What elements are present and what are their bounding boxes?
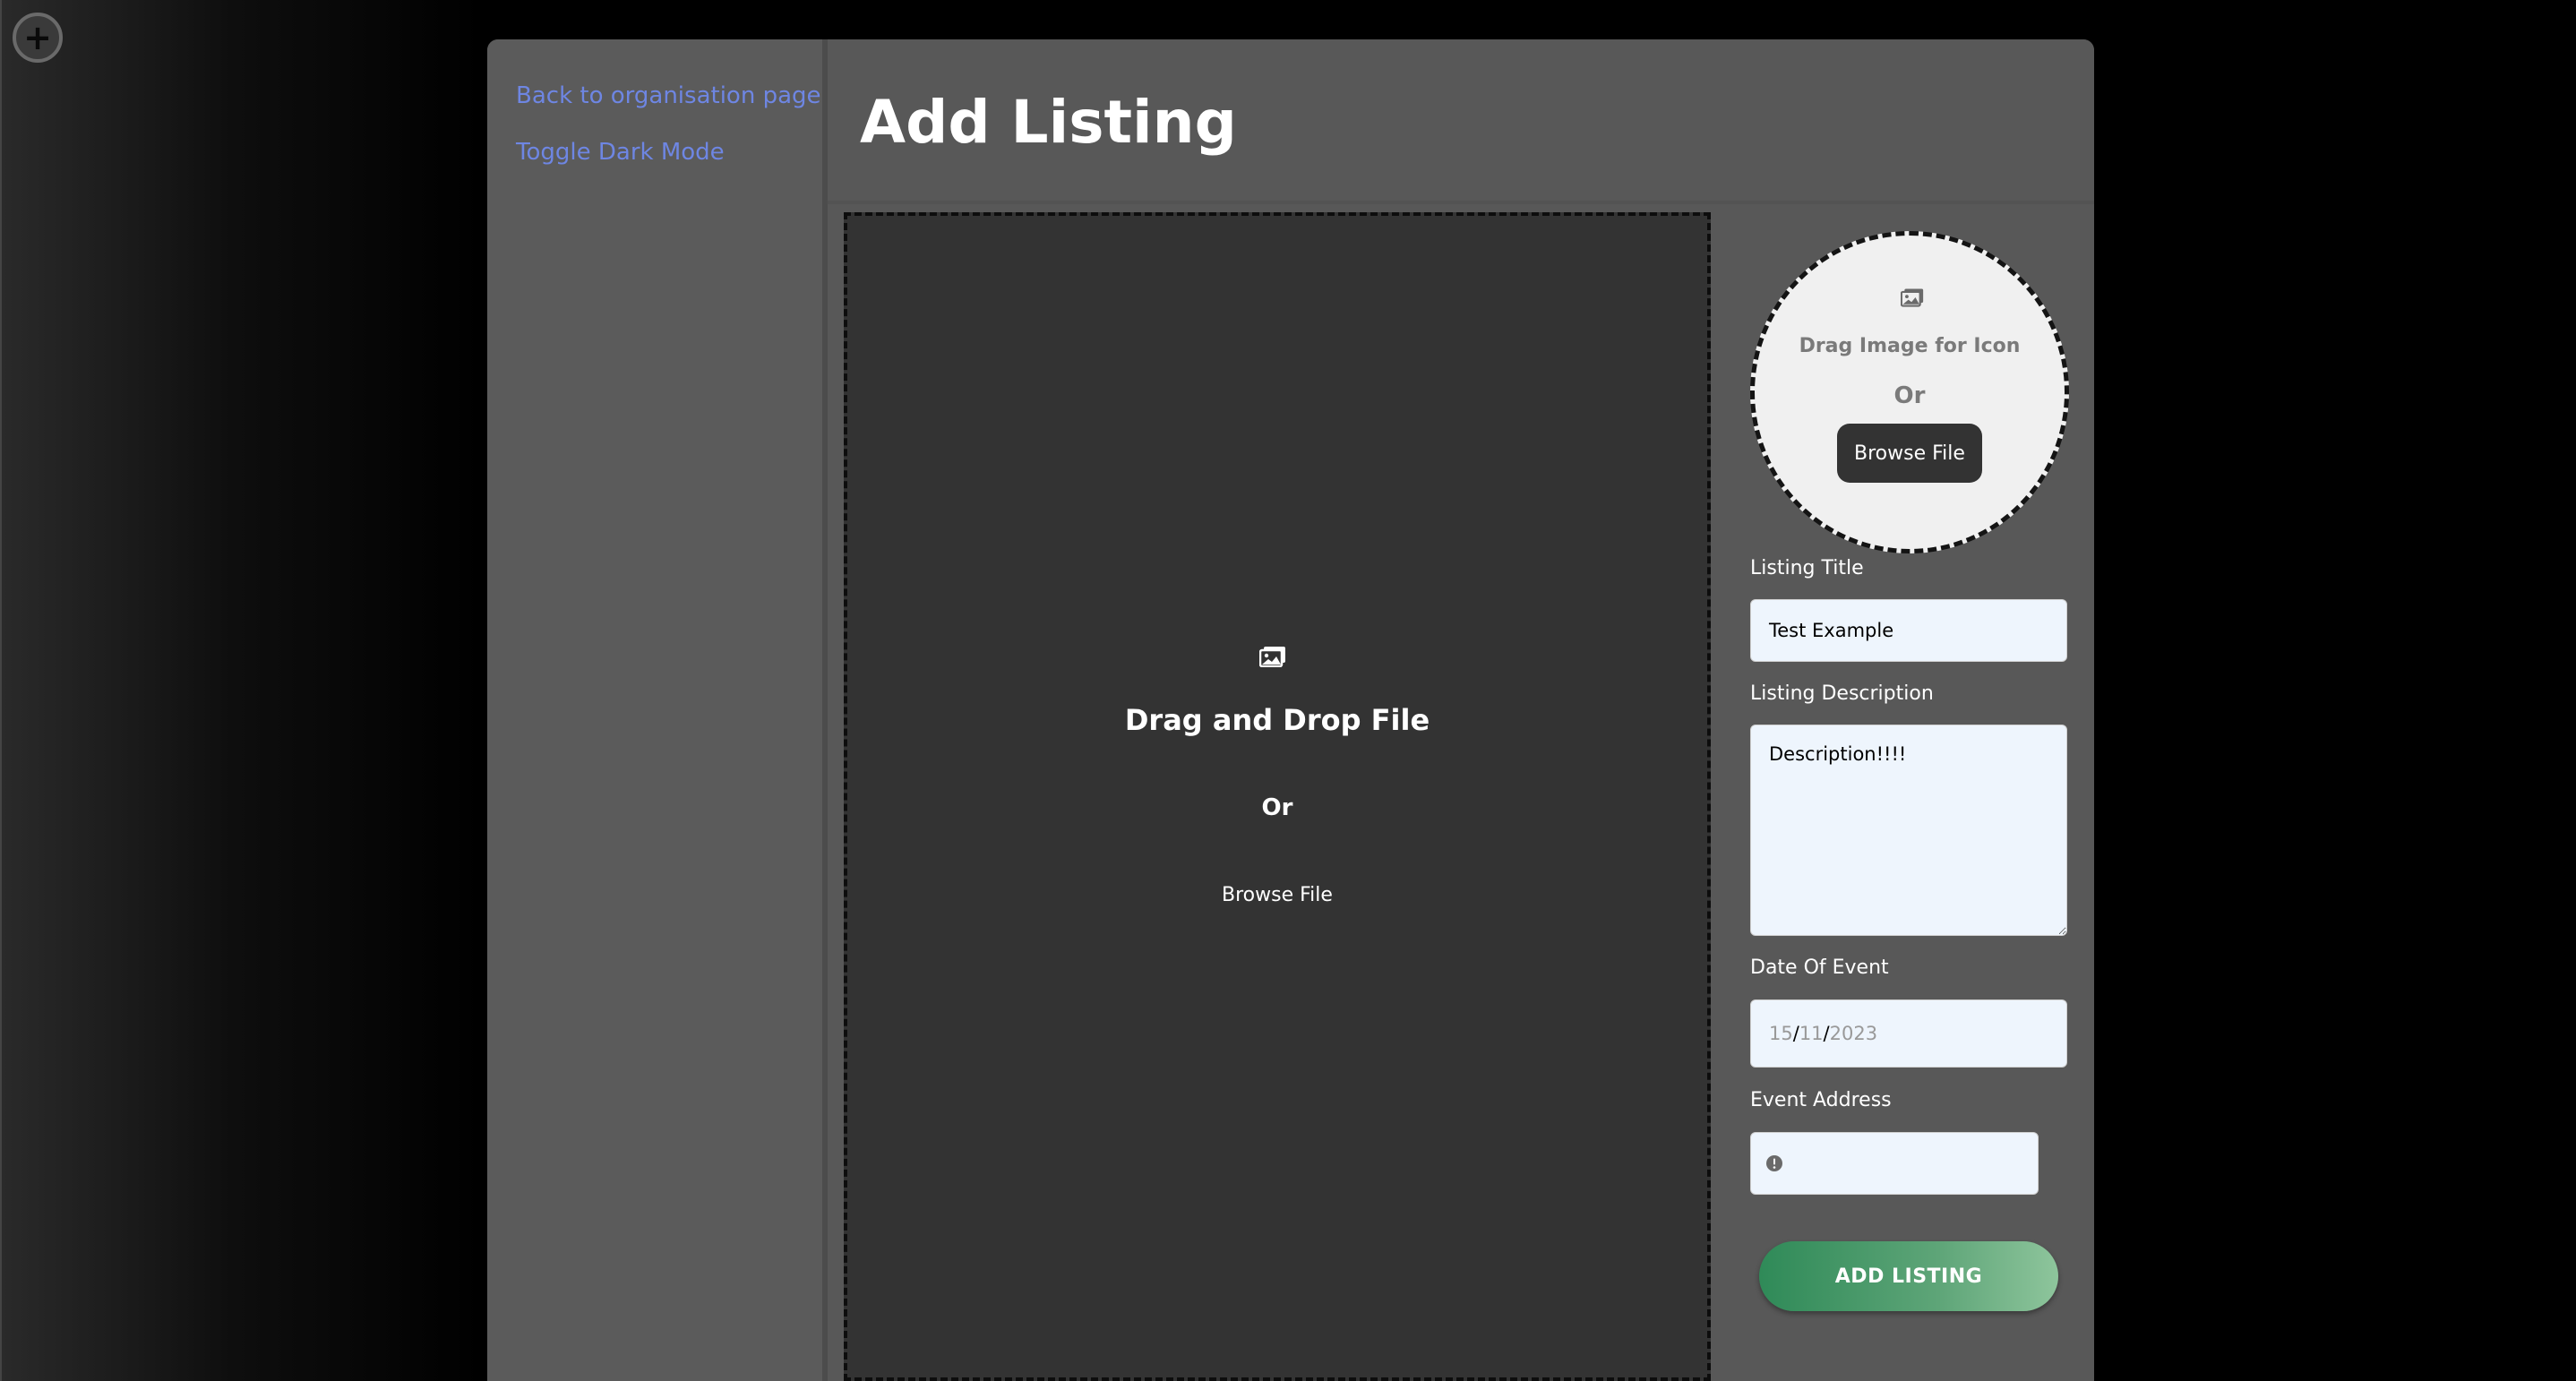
add-button[interactable]: +	[13, 13, 63, 63]
date-separator: /	[1792, 1023, 1799, 1044]
sidebar: Back to organisation page Toggle Dark Mo…	[487, 39, 828, 1381]
page-header: Add Listing	[828, 39, 2094, 204]
image-icon	[1901, 288, 1924, 307]
date-month: 11	[1799, 1023, 1824, 1044]
page-title: Add Listing	[860, 88, 1237, 157]
dropzone-title: Drag and Drop File	[1124, 703, 1430, 737]
event-address-input[interactable]	[1750, 1132, 2039, 1195]
add-listing-button[interactable]: ADD LISTING	[1759, 1241, 2058, 1311]
icon-browse-file-button[interactable]: Browse File	[1837, 424, 1982, 483]
dropzone-or-text: Or	[1261, 794, 1293, 821]
back-to-organisation-link[interactable]: Back to organisation page	[516, 82, 821, 109]
event-address-label: Event Address	[1750, 1089, 1892, 1111]
plus-icon: +	[23, 18, 52, 57]
main-panel: Back to organisation page Toggle Dark Mo…	[487, 39, 2094, 1381]
date-year: 2023	[1829, 1023, 1878, 1044]
icon-dropzone-or-text: Or	[1893, 382, 1926, 409]
file-dropzone[interactable]: Drag and Drop File Or Browse File	[844, 212, 1711, 1381]
icon-image-dropzone[interactable]: Drag Image for Icon Or Browse File	[1750, 231, 2069, 553]
listing-title-input[interactable]: Test Example	[1750, 599, 2067, 662]
alert-icon	[1766, 1155, 1782, 1171]
date-of-event-input[interactable]: 15/11/2023	[1750, 999, 2067, 1068]
listing-title-label: Listing Title	[1750, 557, 1864, 579]
date-of-event-label: Date Of Event	[1750, 956, 1889, 979]
browse-file-button[interactable]: Browse File	[847, 884, 1707, 906]
image-icon	[1259, 647, 1285, 667]
date-separator: /	[1823, 1023, 1830, 1044]
toggle-dark-mode-link[interactable]: Toggle Dark Mode	[516, 139, 725, 166]
listing-description-textarea[interactable]: Description!!!!	[1750, 725, 2067, 936]
icon-dropzone-text: Drag Image for Icon	[1799, 335, 2021, 357]
date-day: 15	[1769, 1023, 1793, 1044]
listing-description-label: Listing Description	[1750, 682, 1934, 705]
